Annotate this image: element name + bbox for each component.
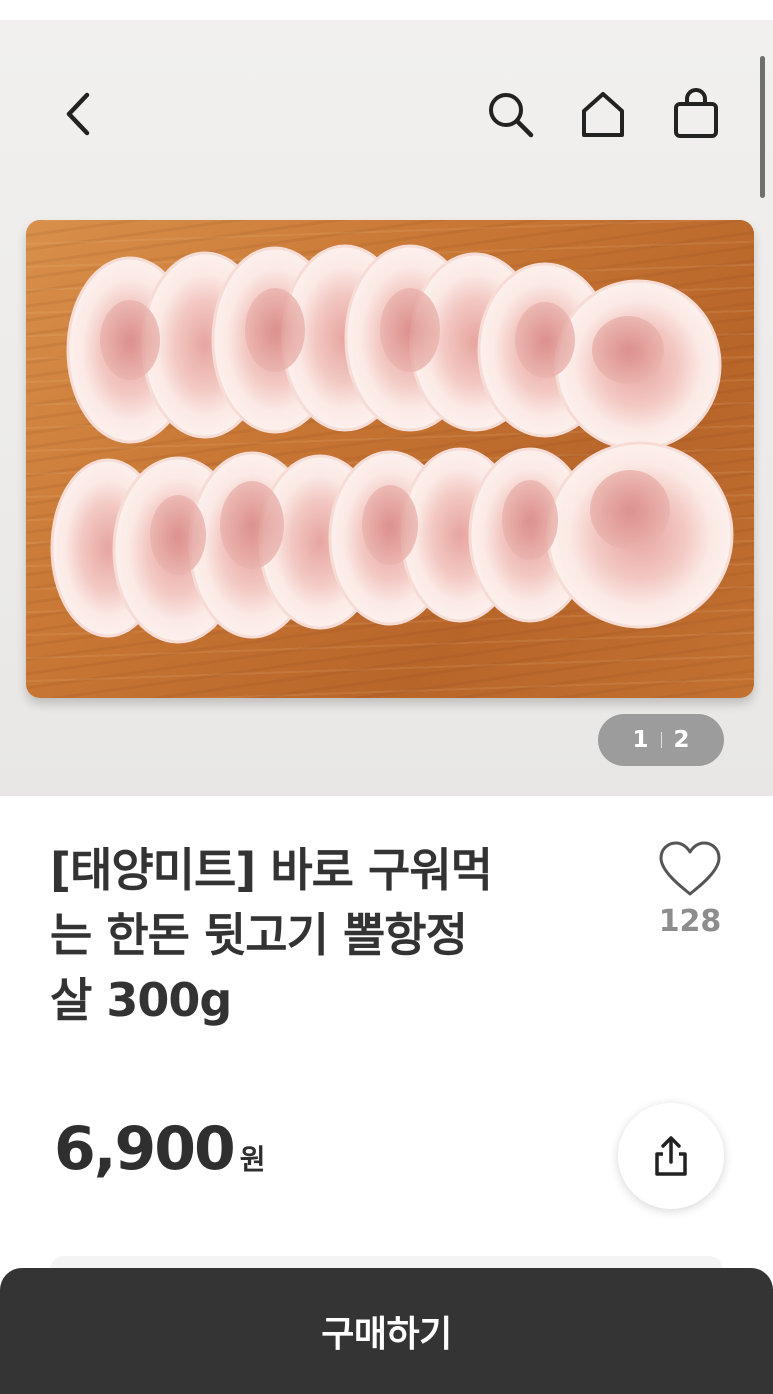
product-title-line-3: 살 300g [50,973,232,1027]
search-icon [489,93,534,138]
shopping-bag-icon [674,88,718,138]
price-currency: 원 [239,1143,266,1176]
product-image-gallery[interactable]: 1 2 [0,20,773,796]
page-separator [660,732,662,748]
scrollbar[interactable] [760,56,765,198]
home-button[interactable] [573,82,633,146]
bottom-row-slices [50,441,734,644]
heart-icon [659,841,721,896]
current-page: 1 [632,727,649,753]
top-row-slices [66,244,722,451]
buy-button[interactable]: 구매하기 [0,1268,773,1394]
product-price: 6,900 원 [54,1114,266,1184]
like-count: 128 [658,904,722,939]
product-title: [태양미트] 바로 구워먹 는 한돈 뒷고기 뽈항정 살 300g [50,838,630,1033]
price-value: 6,900 [54,1114,236,1184]
product-title-line-2: 는 한돈 뒷고기 뽈항정 [50,908,468,962]
share-button[interactable] [618,1103,724,1209]
product-title-line-1: [태양미트] 바로 구워먹 [50,843,493,897]
total-pages: 2 [673,727,690,753]
back-button[interactable] [48,82,108,146]
share-icon [655,1136,687,1176]
like-button[interactable]: 128 [650,840,730,939]
search-button[interactable] [480,82,540,146]
cart-button[interactable] [666,82,726,146]
image-page-indicator: 1 2 [598,714,724,766]
pork-slices-image [50,244,734,644]
chevron-left-icon [66,92,90,136]
home-icon [582,92,624,137]
